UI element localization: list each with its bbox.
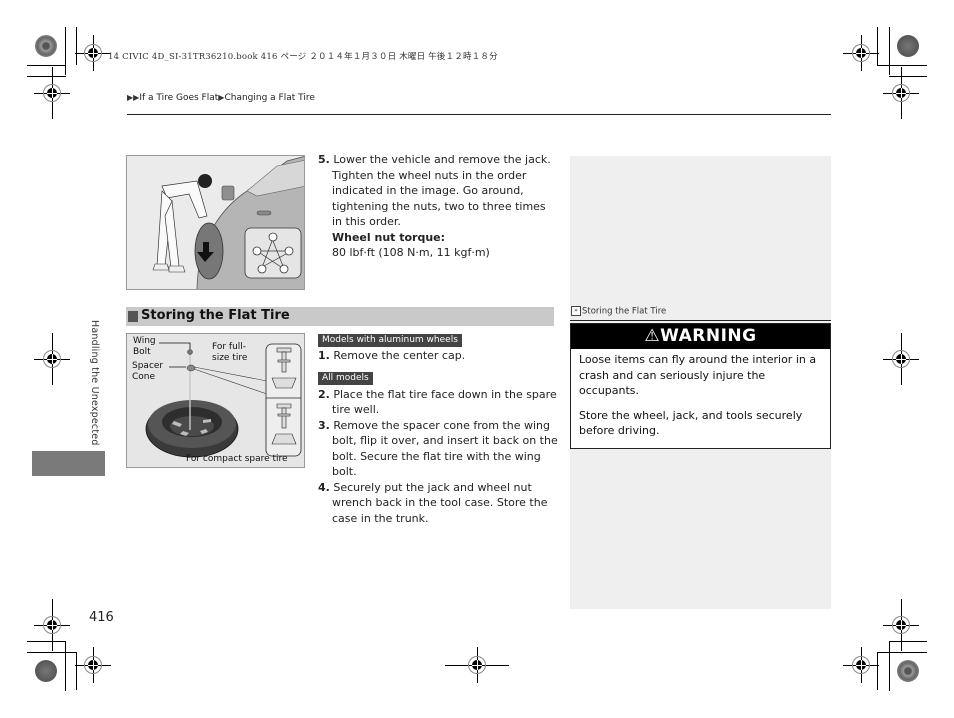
spacer-cone-label: Spacer Cone xyxy=(132,361,163,383)
warning-paragraph: Store the wheel, jack, and tools securel… xyxy=(579,408,803,438)
model-badge-all: All models xyxy=(318,371,373,385)
step-text: Remove the center cap. xyxy=(333,349,466,362)
step-number: 2. xyxy=(318,387,330,401)
registration-mark-icon xyxy=(75,647,111,683)
full-size-tire-label: For full-size tire xyxy=(212,342,247,364)
header-divider xyxy=(127,114,831,115)
step-5: 5. Lower the vehicle and remove the jack… xyxy=(318,152,558,261)
print-file-info: 14 CIVIC 4D_SI-31TR36210.book 416 ページ ２０… xyxy=(108,52,498,62)
crop-line xyxy=(877,652,878,690)
registration-mark-icon xyxy=(34,67,70,119)
section-title: Storing the Flat Tire xyxy=(141,308,290,323)
label-line: Wing xyxy=(133,336,156,346)
crop-line xyxy=(27,652,77,653)
step-text: Securely put the jack and wheel nut wren… xyxy=(332,480,548,525)
compact-spare-label: For compact spare tire xyxy=(186,454,288,464)
registration-mark-icon xyxy=(34,333,70,385)
crop-line xyxy=(877,65,927,66)
crop-line xyxy=(889,641,927,642)
registration-mark-icon xyxy=(883,67,919,119)
label-line: size tire xyxy=(212,353,248,363)
torque-value: 80 lbf·ft (108 N·m, 11 kgf·m) xyxy=(332,246,490,259)
step-text: Remove the spacer cone from the wing bol… xyxy=(332,418,558,479)
step-4: 4. Securely put the jack and wheel nut w… xyxy=(318,480,558,527)
breadcrumb-item[interactable]: If a Tire Goes Flat xyxy=(139,93,218,103)
warning-body: Loose items can fly around the interior … xyxy=(571,349,830,451)
step-5-text: 5. Lower the vehicle and remove the jack… xyxy=(318,152,558,230)
registration-mark-icon xyxy=(75,35,111,71)
color-bar-disc-icon xyxy=(35,660,57,682)
crop-line xyxy=(27,65,66,66)
step-1: 1. Remove the center cap. xyxy=(318,348,558,364)
warning-box: ⚠WARNING Loose items can fly around the … xyxy=(570,323,831,449)
crop-line xyxy=(877,27,878,65)
crop-line xyxy=(27,76,66,77)
breadcrumb: ▶▶If a Tire Goes Flat▶Changing a Flat Ti… xyxy=(127,93,315,103)
crop-line xyxy=(889,76,927,77)
registration-mark-icon xyxy=(883,599,919,651)
label-line: For full- xyxy=(212,342,247,352)
chapter-tab[interactable] xyxy=(32,451,105,476)
warning-triangle-icon: ⚠ xyxy=(644,326,661,346)
registration-mark-icon xyxy=(843,647,879,683)
registration-mark-icon xyxy=(843,35,879,71)
storing-steps: Models with aluminum wheels 1. Remove th… xyxy=(318,331,558,526)
illustration-spare-tire: Wing Bolt Spacer Cone For full-size tire F… xyxy=(126,333,305,468)
warning-paragraph: Loose items can fly around the interior … xyxy=(579,353,817,397)
step-3: 3. Remove the spacer cone from the wing … xyxy=(318,418,558,480)
crop-line xyxy=(889,641,890,691)
illustration-lowering-vehicle xyxy=(126,155,305,290)
color-bar-disc-icon xyxy=(897,35,919,57)
crop-line xyxy=(76,27,77,65)
section-square-icon xyxy=(128,311,138,322)
crop-line xyxy=(27,641,66,642)
crop-line xyxy=(65,641,66,691)
step-number: 5. xyxy=(318,153,330,166)
step-text: Place the flat tire face down in the spa… xyxy=(332,387,557,417)
step-number: 3. xyxy=(318,418,330,432)
page-number: 416 xyxy=(89,610,114,625)
note-title-text: Storing the Flat Tire xyxy=(582,306,667,317)
step-number: 1. xyxy=(318,349,330,362)
reference-icon: » xyxy=(571,306,581,316)
color-bar-disc-icon xyxy=(897,660,919,682)
warning-header: ⚠WARNING xyxy=(571,324,830,349)
registration-mark-icon xyxy=(445,647,509,683)
label-line: Cone xyxy=(132,372,156,382)
crop-line xyxy=(889,27,890,75)
breadcrumb-item[interactable]: Changing a Flat Tire xyxy=(224,93,314,103)
step-number: 4. xyxy=(318,480,330,494)
crop-line xyxy=(65,27,66,75)
label-line: Spacer xyxy=(132,361,164,371)
note-title[interactable]: » Storing the Flat Tire xyxy=(571,306,666,317)
crop-line xyxy=(877,652,927,653)
triangle-right-icon: ▶▶ xyxy=(127,93,140,102)
crop-line xyxy=(76,652,77,690)
step-text: Lower the vehicle and remove the jack. T… xyxy=(332,153,551,228)
model-badge-aluminum: Models with aluminum wheels xyxy=(318,334,462,347)
warning-title: WARNING xyxy=(660,326,757,346)
note-divider xyxy=(570,320,831,321)
lowering-vehicle-illustration xyxy=(152,156,304,289)
wing-bolt-label: Wing Bolt xyxy=(133,336,156,358)
section-header: Storing the Flat Tire xyxy=(126,307,554,326)
color-bar-disc-icon xyxy=(35,35,57,57)
registration-mark-icon xyxy=(34,599,70,651)
chapter-tab-label: Handling the Unexpected xyxy=(89,320,100,446)
step-2: 2. Place the flat tire face down in the … xyxy=(318,387,558,418)
torque-label: Wheel nut torque: xyxy=(332,230,446,244)
registration-mark-icon xyxy=(883,333,919,385)
label-line: Bolt xyxy=(133,347,151,357)
